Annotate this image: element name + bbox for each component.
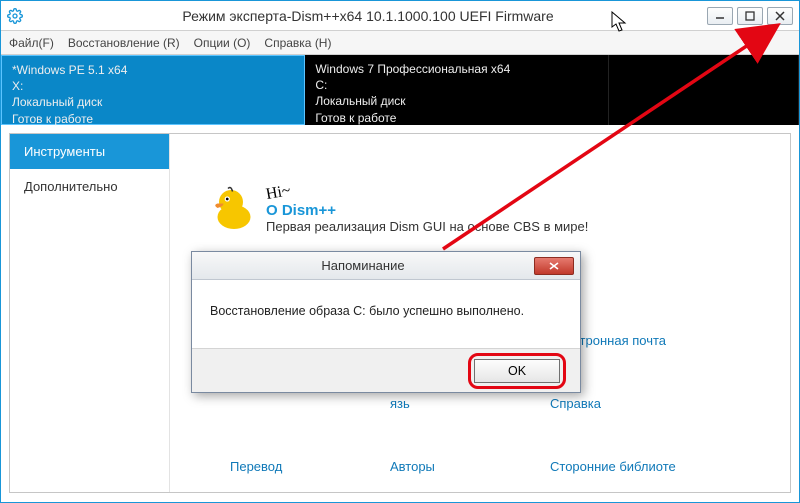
menu-file[interactable]: Файл(F) xyxy=(9,36,54,50)
link-authors[interactable]: Авторы xyxy=(390,459,540,474)
about-text: Hi~ О Dism++ Первая реализация Dism GUI … xyxy=(266,184,588,234)
minimize-button[interactable] xyxy=(707,7,733,25)
close-button[interactable] xyxy=(767,7,793,25)
maximize-button[interactable] xyxy=(737,7,763,25)
hi-text: Hi~ xyxy=(265,182,292,204)
dialog-close-button[interactable] xyxy=(534,257,574,275)
link-thirdparty[interactable]: Сторонние библиоте xyxy=(550,459,700,474)
images-row: *Windows PE 5.1 x64 X: Локальный диск Го… xyxy=(1,55,799,125)
image-card-pe[interactable]: *Windows PE 5.1 x64 X: Локальный диск Го… xyxy=(1,55,305,125)
image-line: Локальный диск xyxy=(315,93,597,109)
dialog-titlebar: Напоминание xyxy=(192,252,580,280)
about-hero: Hi~ О Dism++ Первая реализация Dism GUI … xyxy=(210,184,770,234)
image-card-empty xyxy=(609,55,799,125)
menu-recover[interactable]: Восстановление (R) xyxy=(68,36,180,50)
dialog-title: Напоминание xyxy=(192,258,534,273)
duck-icon xyxy=(210,184,258,232)
dialog-body: Восстановление образа C: было успешно вы… xyxy=(192,280,580,348)
link-translate[interactable]: Перевод xyxy=(230,459,380,474)
image-line: X: xyxy=(12,78,294,94)
image-line: C: xyxy=(315,77,597,93)
dialog-ok-button[interactable]: OK xyxy=(474,359,560,383)
about-subtitle: Первая реализация Dism GUI на основе CBS… xyxy=(266,219,588,234)
window-controls xyxy=(707,7,799,25)
link-help[interactable]: Справка xyxy=(550,396,700,411)
image-card-win7[interactable]: Windows 7 Профессиональная x64 C: Локаль… xyxy=(305,55,608,125)
link-empty xyxy=(230,396,380,411)
image-line: Готов к работе xyxy=(315,110,597,126)
reminder-dialog: Напоминание Восстановление образа C: был… xyxy=(191,251,581,393)
title-bar: Режим эксперта-Dism++x64 10.1.1000.100 U… xyxy=(1,1,799,31)
menu-bar: Файл(F) Восстановление (R) Опции (O) Спр… xyxy=(1,31,799,55)
image-line: Готов к работе xyxy=(12,111,294,127)
about-title: О Dism++ xyxy=(266,202,588,219)
link-yaz[interactable]: язь xyxy=(390,396,540,411)
sidebar-item-extra[interactable]: Дополнительно xyxy=(10,169,169,204)
image-line: Локальный диск xyxy=(12,94,294,110)
ok-highlight-annotation: OK xyxy=(468,353,566,389)
menu-help[interactable]: Справка (H) xyxy=(264,36,331,50)
dialog-footer: OK xyxy=(192,348,580,392)
image-line: *Windows PE 5.1 x64 xyxy=(12,62,294,78)
image-line: Windows 7 Профессиональная x64 xyxy=(315,61,597,77)
gear-icon xyxy=(1,8,29,24)
menu-options[interactable]: Опции (O) xyxy=(194,36,251,50)
sidebar: Инструменты Дополнительно xyxy=(10,134,170,492)
window-title: Режим эксперта-Dism++x64 10.1.1000.100 U… xyxy=(29,8,707,24)
sidebar-item-tools[interactable]: Инструменты xyxy=(10,134,169,169)
